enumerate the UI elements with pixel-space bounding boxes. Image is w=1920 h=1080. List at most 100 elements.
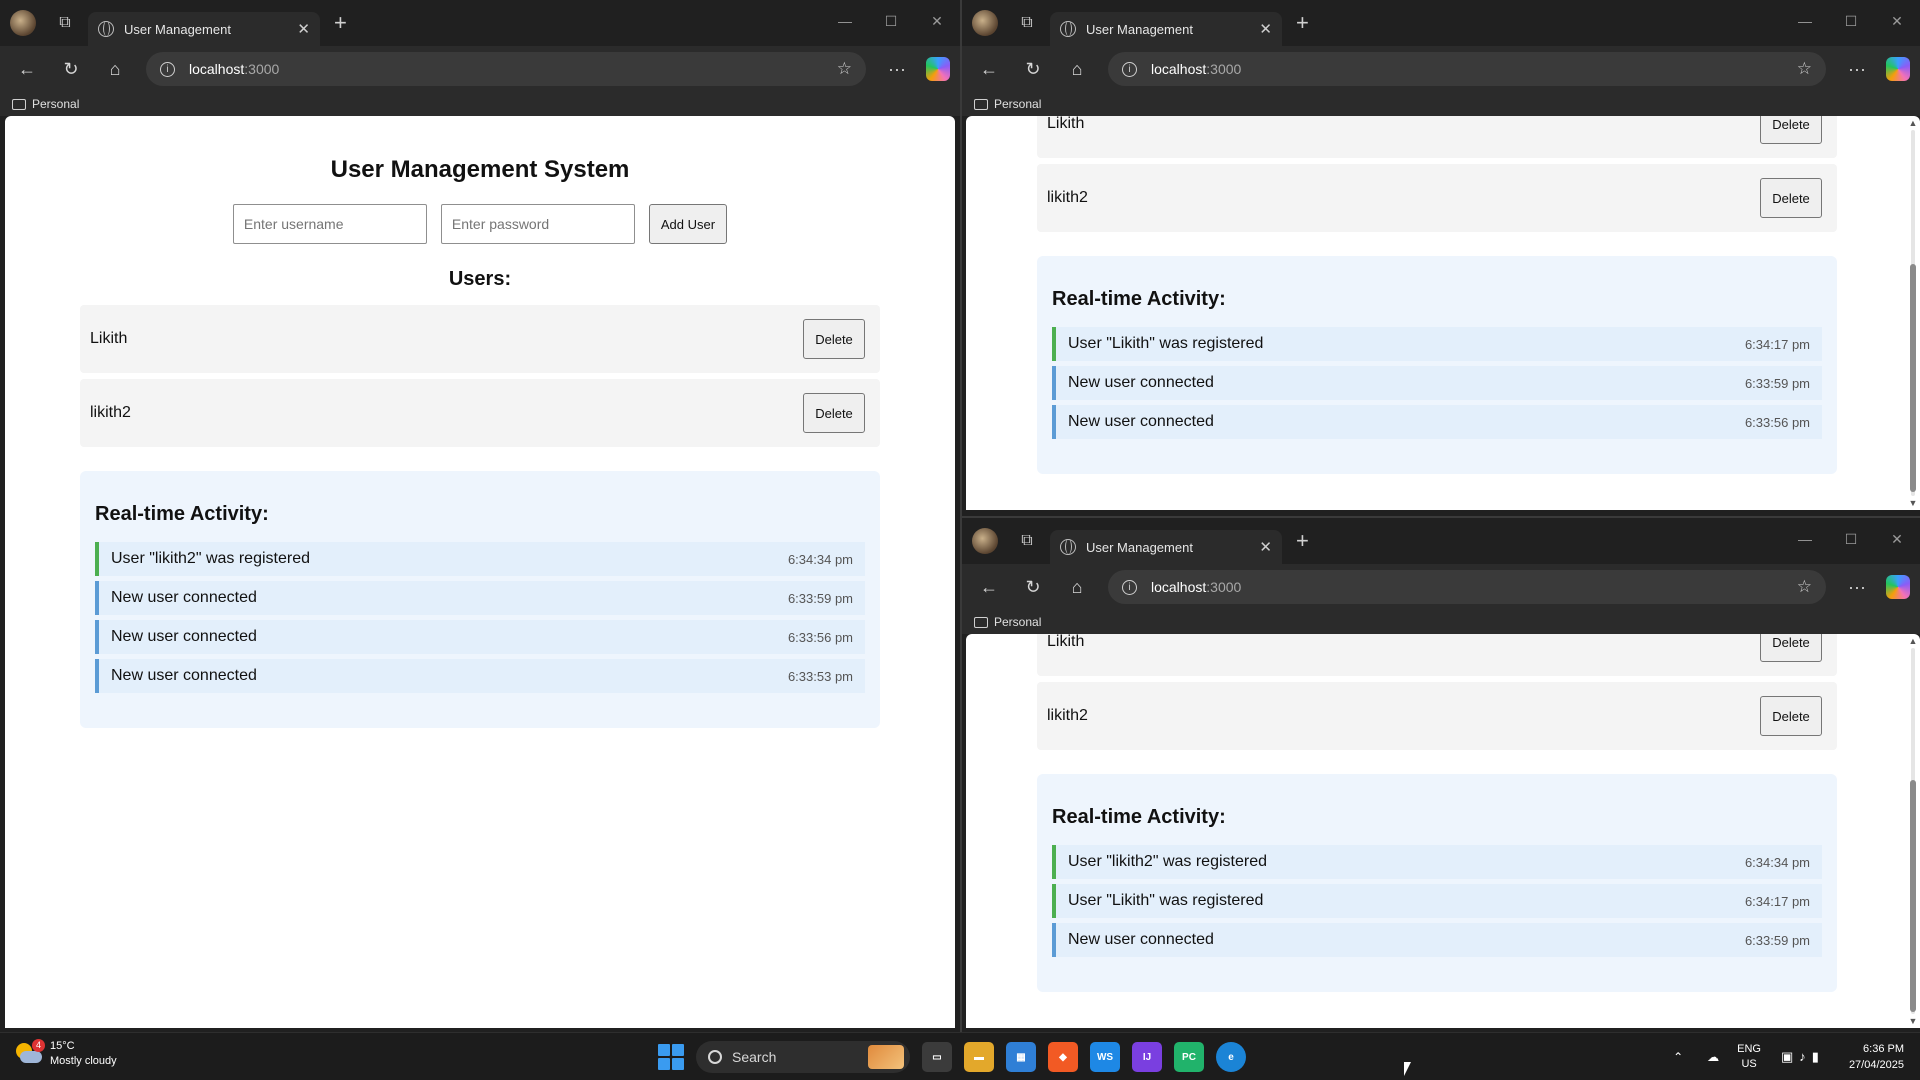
task-view-icon[interactable]: ▭ [922, 1042, 952, 1072]
tab-close-icon[interactable]: ✕ [297, 20, 310, 38]
intellij-icon[interactable]: IJ [1132, 1042, 1162, 1072]
more-menu-icon[interactable]: ··· [880, 59, 914, 80]
taskbar-search[interactable]: Search [696, 1041, 910, 1073]
site-info-icon[interactable]: i [1122, 61, 1137, 77]
favorites-bar: Personal [0, 92, 960, 116]
tab-close-icon[interactable]: ✕ [1259, 20, 1272, 38]
scroll-up-icon[interactable]: ▲ [1908, 118, 1918, 128]
favorite-star-icon[interactable]: ☆ [837, 59, 852, 79]
windows-start-icon[interactable] [658, 1044, 684, 1070]
site-info-icon[interactable]: i [1122, 579, 1137, 595]
scroll-down-icon[interactable]: ▼ [1908, 1016, 1918, 1026]
globe-icon [98, 21, 114, 37]
more-menu-icon[interactable]: ··· [1840, 577, 1874, 598]
delete-user-button[interactable]: Delete [1760, 696, 1822, 736]
minimize-button[interactable]: — [1782, 0, 1828, 42]
webstorm-icon[interactable]: WS [1090, 1042, 1120, 1072]
new-tab-button[interactable]: + [1296, 10, 1309, 36]
favorites-folder-personal[interactable]: Personal [994, 97, 1041, 111]
activity-item: User "likith2" was registered 6:34:34 pm [95, 542, 865, 576]
weather-desc: Mostly cloudy [50, 1055, 117, 1067]
scroll-thumb[interactable] [1910, 264, 1916, 492]
back-arrow-icon[interactable]: ← [972, 570, 1006, 604]
refresh-icon[interactable]: ↻ [54, 52, 88, 86]
address-bar[interactable]: i localhost:3000 ☆ [1108, 52, 1826, 86]
page-viewport: Likith Delete likith2 Delete Real-time A… [966, 116, 1920, 510]
search-icon [708, 1050, 722, 1064]
minimize-button[interactable]: — [822, 0, 868, 42]
brave-browser-icon[interactable]: ◆ [1048, 1042, 1078, 1072]
tray-overflow-icon[interactable]: ⌃ [1673, 1050, 1683, 1064]
file-explorer-icon[interactable]: ▬ [964, 1042, 994, 1072]
home-icon[interactable]: ⌂ [98, 52, 132, 86]
vertical-scrollbar[interactable]: ▲ ▼ [1908, 116, 1918, 510]
workspaces-icon[interactable]: ⧉ [54, 12, 76, 34]
user-row: likith2 Delete [1037, 682, 1837, 750]
more-menu-icon[interactable]: ··· [1840, 59, 1874, 80]
store-icon[interactable]: ▦ [1006, 1042, 1036, 1072]
password-input[interactable] [440, 204, 635, 244]
workspaces-icon[interactable]: ⧉ [1016, 530, 1038, 552]
close-window-button[interactable]: ✕ [914, 0, 960, 42]
minimize-button[interactable]: — [1782, 518, 1828, 560]
home-icon[interactable]: ⌂ [1060, 570, 1094, 604]
new-tab-button[interactable]: + [1296, 528, 1309, 554]
url-port: :3000 [1206, 61, 1242, 77]
activity-heading: Real-time Activity: [95, 503, 269, 525]
network-volume-battery-icons[interactable]: ▣♪▮ [1781, 1049, 1825, 1065]
vertical-scrollbar[interactable]: ▲ ▼ [1908, 634, 1918, 1028]
workspaces-icon[interactable]: ⧉ [1016, 12, 1038, 34]
browser-tab[interactable]: User Management ✕ [88, 12, 320, 46]
refresh-icon[interactable]: ↻ [1016, 52, 1050, 86]
copilot-icon[interactable] [1886, 575, 1910, 599]
address-bar[interactable]: i localhost:3000 ☆ [146, 52, 866, 86]
refresh-icon[interactable]: ↻ [1016, 570, 1050, 604]
copilot-icon[interactable] [1886, 57, 1910, 81]
delete-user-button[interactable]: Delete [1760, 178, 1822, 218]
delete-user-button[interactable]: Delete [803, 393, 865, 433]
maximize-button[interactable]: ☐ [1828, 0, 1874, 42]
weather-widget[interactable]: 4 15°C Mostly cloudy [14, 1039, 117, 1069]
scroll-down-icon[interactable]: ▼ [1908, 498, 1918, 508]
close-window-button[interactable]: ✕ [1874, 0, 1920, 42]
new-tab-button[interactable]: + [334, 10, 347, 36]
profile-avatar[interactable] [972, 10, 998, 36]
favorites-folder-personal[interactable]: Personal [32, 97, 79, 111]
scroll-thumb[interactable] [1910, 780, 1916, 1012]
favorites-folder-personal[interactable]: Personal [994, 615, 1041, 629]
tab-strip: ⧉ User Management ✕ + — ☐ ✕ [962, 0, 1920, 46]
favorite-star-icon[interactable]: ☆ [1797, 59, 1812, 79]
close-window-button[interactable]: ✕ [1874, 518, 1920, 560]
pycharm-icon[interactable]: PC [1174, 1042, 1204, 1072]
activity-time: 6:33:59 pm [787, 590, 853, 606]
back-arrow-icon[interactable]: ← [972, 52, 1006, 86]
delete-user-button[interactable]: Delete [1760, 634, 1822, 662]
browser-tab[interactable]: User Management ✕ [1050, 530, 1282, 564]
home-icon[interactable]: ⌂ [1060, 52, 1094, 86]
address-bar[interactable]: i localhost:3000 ☆ [1108, 570, 1826, 604]
username-input[interactable] [232, 204, 427, 244]
delete-user-button[interactable]: Delete [1760, 116, 1822, 144]
copilot-icon[interactable] [926, 57, 950, 81]
browser-tab[interactable]: User Management ✕ [1050, 12, 1282, 46]
profile-avatar[interactable] [10, 10, 36, 36]
maximize-button[interactable]: ☐ [868, 0, 914, 42]
activity-text: User "likith2" was registered [1068, 853, 1267, 870]
activity-item: New user connected 6:33:59 pm [95, 581, 865, 615]
tab-close-icon[interactable]: ✕ [1259, 538, 1272, 556]
tab-title: User Management [1086, 21, 1193, 37]
profile-avatar[interactable] [972, 528, 998, 554]
scroll-up-icon[interactable]: ▲ [1908, 636, 1918, 646]
add-user-button[interactable]: Add User [648, 204, 728, 244]
maximize-button[interactable]: ☐ [1828, 518, 1874, 560]
onedrive-icon[interactable]: ☁ [1707, 1050, 1719, 1064]
site-info-icon[interactable]: i [160, 61, 175, 77]
window-controls: — ☐ ✕ [822, 0, 960, 42]
favorite-star-icon[interactable]: ☆ [1797, 577, 1812, 597]
language-indicator[interactable]: ENG US [1737, 1042, 1761, 1072]
back-arrow-icon[interactable]: ← [10, 52, 44, 86]
clock[interactable]: 6:36 PM 27/04/2025 [1849, 1041, 1904, 1073]
delete-user-button[interactable]: Delete [803, 319, 865, 359]
window-controls: — ☐ ✕ [1782, 518, 1920, 560]
edge-browser-icon[interactable]: e [1216, 1042, 1246, 1072]
